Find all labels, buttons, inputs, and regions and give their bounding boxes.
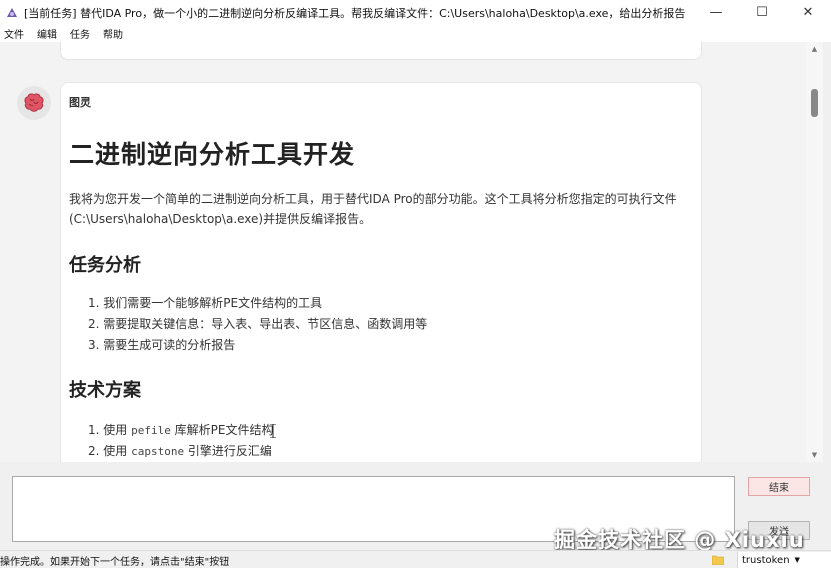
previous-message-card: [60, 42, 702, 60]
tech-plan-list: 1. 使用 pefile 库解析PE文件结构 2. 使用 capstone 引擎…: [88, 420, 273, 462]
list-item-text: 1. 使用: [88, 423, 132, 437]
list-item: 2. 需要提取关键信息：导入表、导出表、节区信息、函数调用等: [88, 317, 428, 331]
list-item: 1. 使用 pefile 库解析PE文件结构: [88, 420, 273, 441]
scroll-down-icon[interactable]: ▼: [806, 448, 823, 462]
assistant-message-card: 图灵 二进制逆向分析工具开发 我将为您开发一个简单的二进制逆向分析工具，用于替代…: [60, 82, 702, 462]
menu-help[interactable]: 帮助: [103, 26, 123, 41]
end-task-button[interactable]: 结束: [748, 477, 810, 496]
brain-icon: [24, 93, 44, 112]
chat-scrollbar[interactable]: ▲ ▼: [806, 42, 823, 462]
avatar: [17, 86, 51, 120]
section-tech-plan-title: 技术方案: [69, 380, 141, 401]
folder-icon[interactable]: [712, 554, 724, 565]
list-item: 3. 需要生成可读的分析报告: [88, 338, 236, 352]
sender-name: 图灵: [69, 96, 91, 109]
scroll-up-icon[interactable]: ▲: [806, 42, 823, 56]
list-item: 1. 我们需要一个能够解析PE文件结构的工具: [88, 296, 323, 310]
status-message: 操作完成。如果开始下一个任务，请点击"结束"按钮: [0, 557, 230, 568]
section-task-analysis-title: 任务分析: [69, 255, 141, 276]
text-cursor-icon: [270, 424, 276, 438]
chat-area[interactable]: 图灵 二进制逆向分析工具开发 我将为您开发一个简单的二进制逆向分析工具，用于替代…: [0, 42, 806, 462]
scroll-thumb[interactable]: [811, 89, 818, 117]
status-bar: 操作完成。如果开始下一个任务，请点击"结束"按钮 trustoken ▼: [0, 550, 831, 568]
menu-file[interactable]: 文件: [4, 26, 24, 41]
window-title: [当前任务] 替代IDA Pro，做一个小的二进制逆向分析反编译工具。帮我反编译…: [24, 6, 686, 20]
intro-paragraph: 我将为您开发一个简单的二进制逆向分析工具，用于替代IDA Pro的部分功能。这个…: [69, 192, 677, 226]
app-icon: [5, 6, 19, 20]
menu-bar: 文件 编辑 任务 帮助: [0, 25, 831, 42]
code-pefile: pefile: [131, 424, 171, 437]
message-heading: 二进制逆向分析工具开发: [69, 140, 356, 169]
token-select-value: trustoken: [742, 554, 790, 566]
code-capstone: capstone: [131, 445, 185, 458]
list-item-text: 2. 使用: [88, 444, 132, 458]
list-item: 2. 使用 capstone 引擎进行反汇编: [88, 441, 273, 462]
menu-edit[interactable]: 编辑: [37, 26, 57, 41]
list-item-text: 引擎进行反汇编: [184, 444, 272, 458]
maximize-button[interactable]: ☐: [739, 0, 785, 25]
close-button[interactable]: ✕: [785, 0, 831, 25]
task-analysis-list: 1. 我们需要一个能够解析PE文件结构的工具 2. 需要提取关键信息：导入表、导…: [88, 293, 427, 356]
chevron-down-icon: ▼: [794, 556, 800, 564]
title-bar[interactable]: [当前任务] 替代IDA Pro，做一个小的二进制逆向分析反编译工具。帮我反编译…: [0, 0, 831, 25]
minimize-button[interactable]: —: [693, 0, 739, 25]
token-select[interactable]: trustoken ▼: [737, 552, 831, 568]
menu-task[interactable]: 任务: [70, 26, 90, 41]
list-item-text: 库解析PE文件结构: [170, 423, 274, 437]
